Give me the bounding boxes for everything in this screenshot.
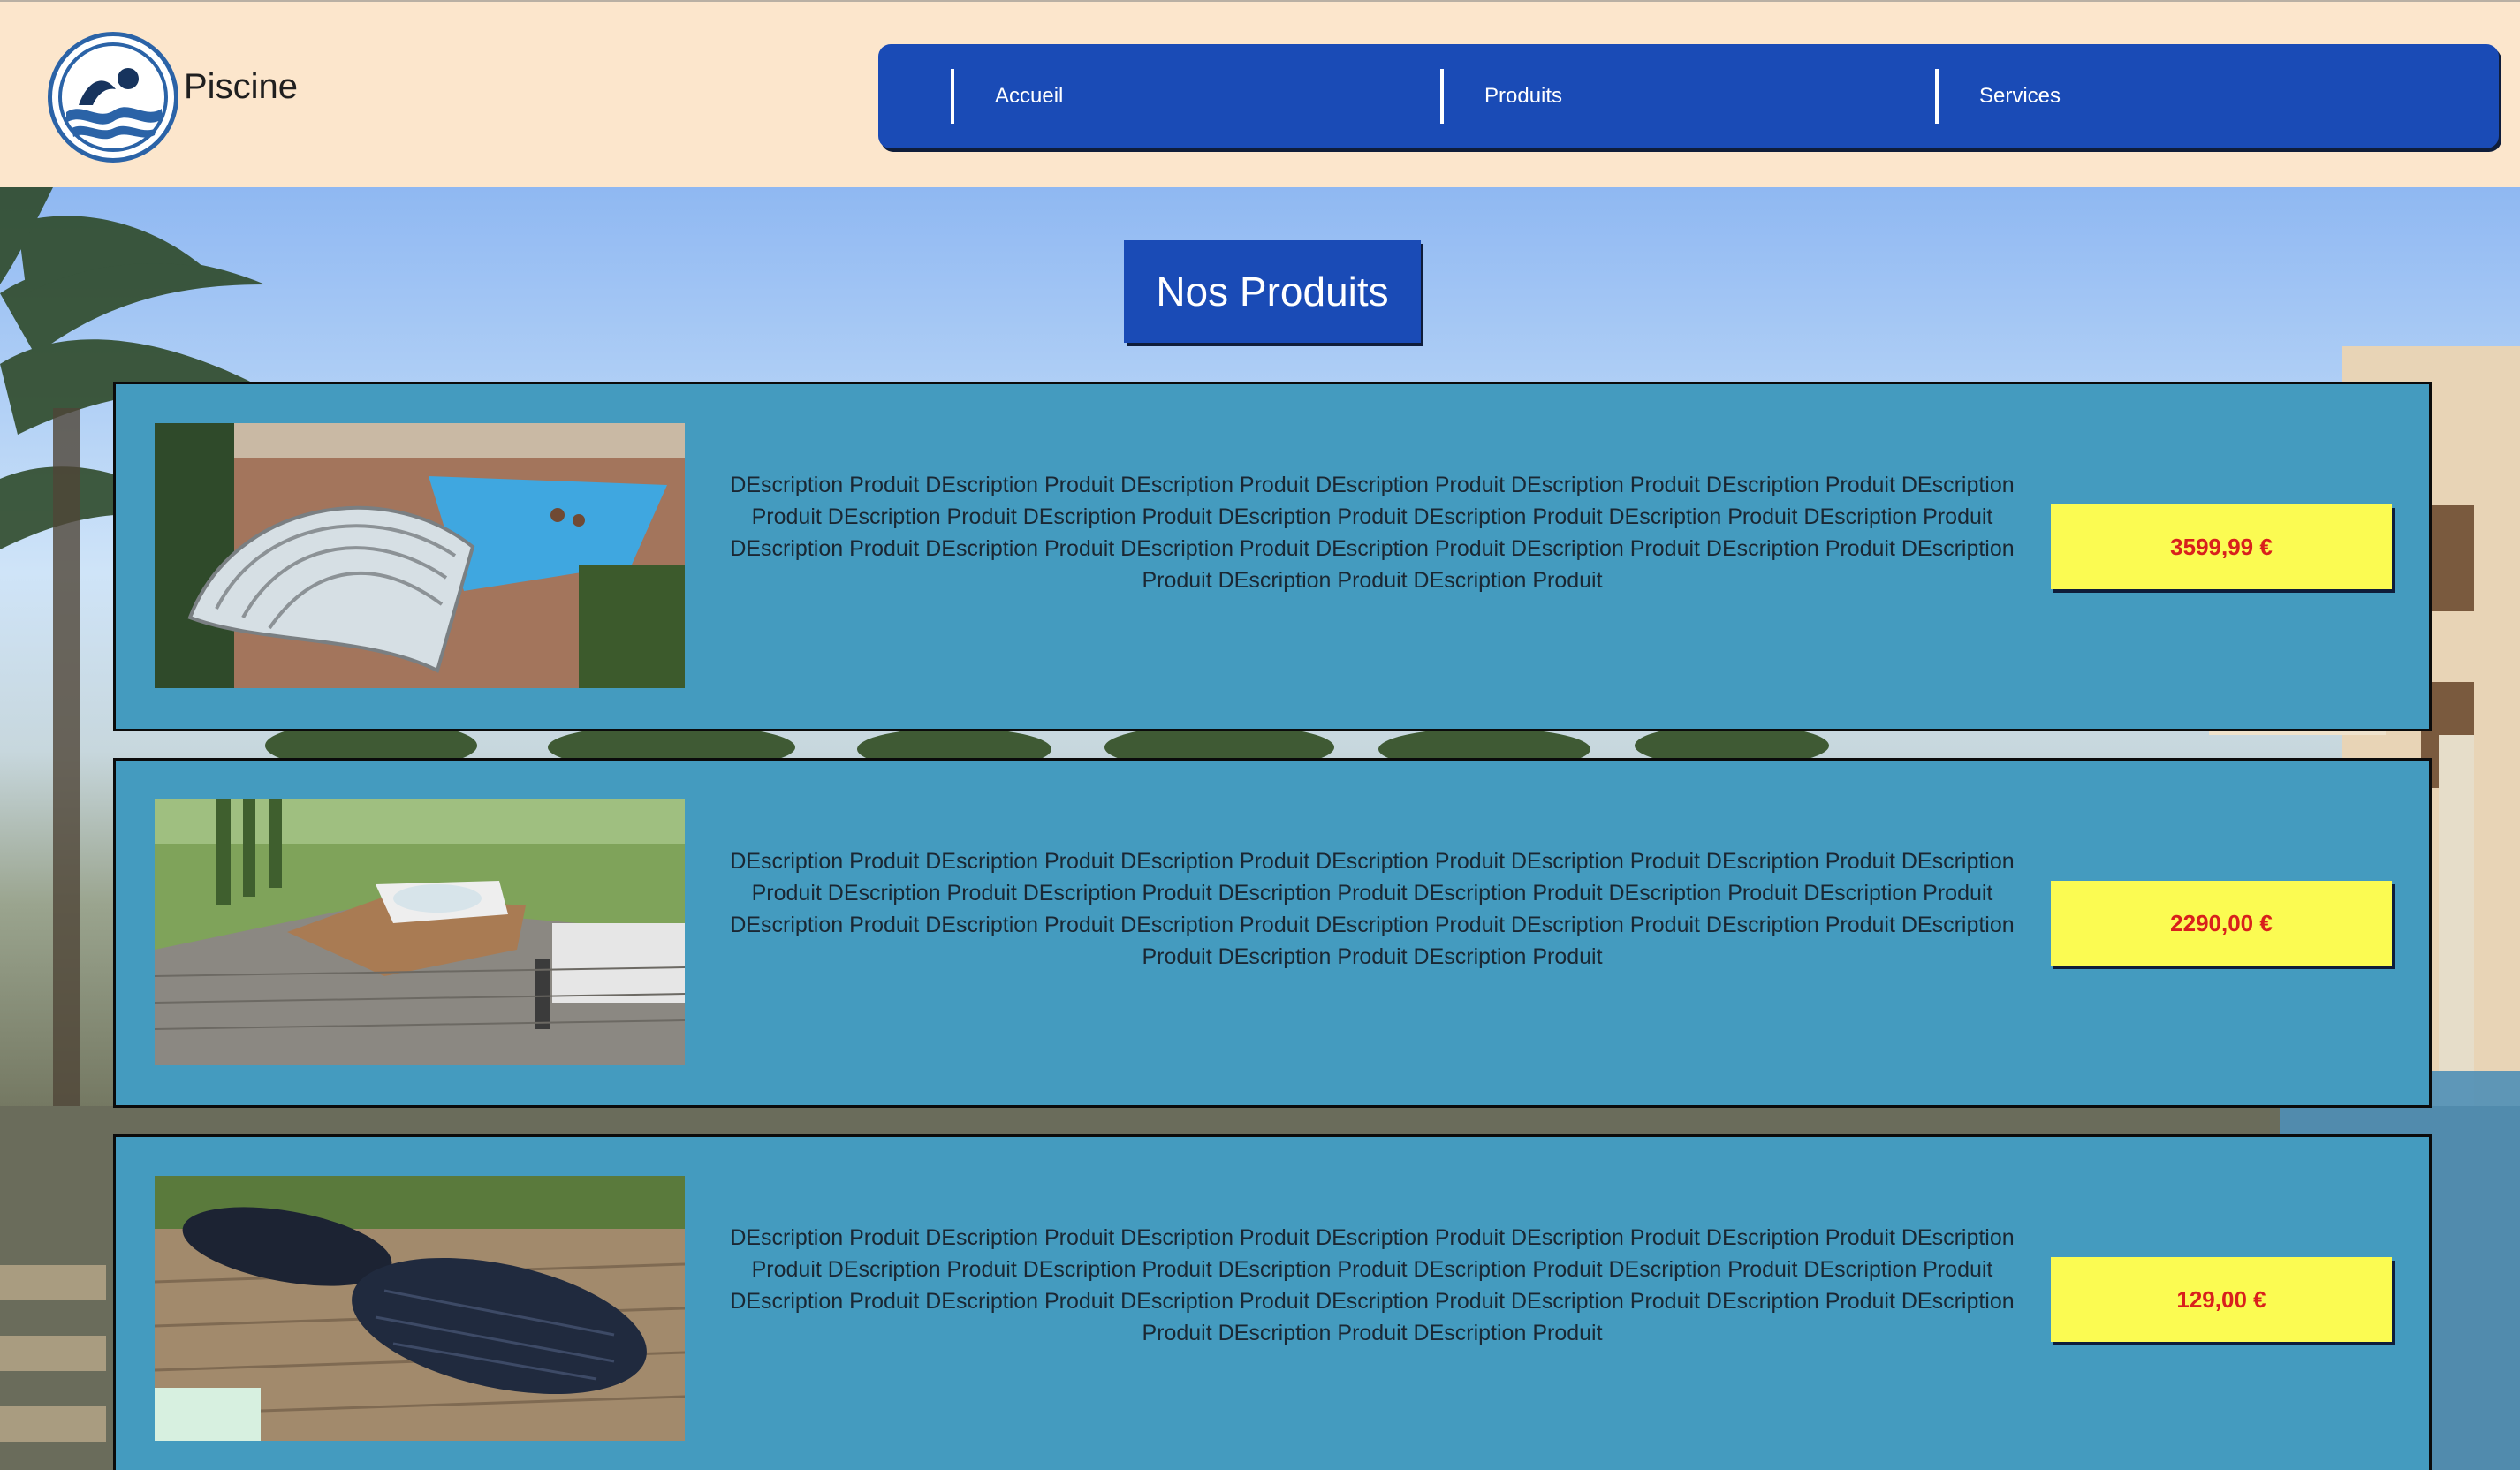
main-nav: Accueil Produits Services bbox=[878, 44, 2499, 148]
product-image[interactable] bbox=[155, 799, 685, 1065]
product-card: DEscription Produit DEscription Produit … bbox=[113, 758, 2432, 1108]
product-card: DEscription Produit DEscription Produit … bbox=[113, 1134, 2432, 1470]
swimmer-wave-icon bbox=[58, 42, 168, 152]
pool-enclosure-photo bbox=[155, 423, 685, 688]
price-button[interactable]: 2290,00 € bbox=[2051, 881, 2392, 966]
product-description: DEscription Produit DEscription Produit … bbox=[730, 1225, 2015, 1345]
product-card: DEscription Produit DEscription Produit … bbox=[113, 382, 2432, 731]
product-description: DEscription Produit DEscription Produit … bbox=[730, 473, 2015, 593]
brand-name[interactable]: Piscine bbox=[184, 67, 298, 107]
hot-tub-deck-photo bbox=[155, 799, 685, 1065]
product-image[interactable] bbox=[155, 1176, 685, 1441]
nav-item-services[interactable]: Services bbox=[1935, 69, 2395, 124]
product-image[interactable] bbox=[155, 423, 685, 688]
section-title: Nos Produits bbox=[1124, 240, 1421, 343]
site-header: Piscine Accueil Produits Services bbox=[0, 0, 2520, 187]
hero-background: Nos Produits DEscription Produit DEscrip… bbox=[0, 187, 2520, 1470]
logo[interactable] bbox=[48, 32, 178, 163]
product-description: DEscription Produit DEscription Produit … bbox=[730, 849, 2015, 969]
solar-pool-heater-photo bbox=[155, 1176, 685, 1441]
price-button[interactable]: 129,00 € bbox=[2051, 1257, 2392, 1342]
price-button[interactable]: 3599,99 € bbox=[2051, 504, 2392, 589]
nav-item-accueil[interactable]: Accueil bbox=[951, 69, 1410, 124]
nav-item-produits[interactable]: Produits bbox=[1440, 69, 1900, 124]
